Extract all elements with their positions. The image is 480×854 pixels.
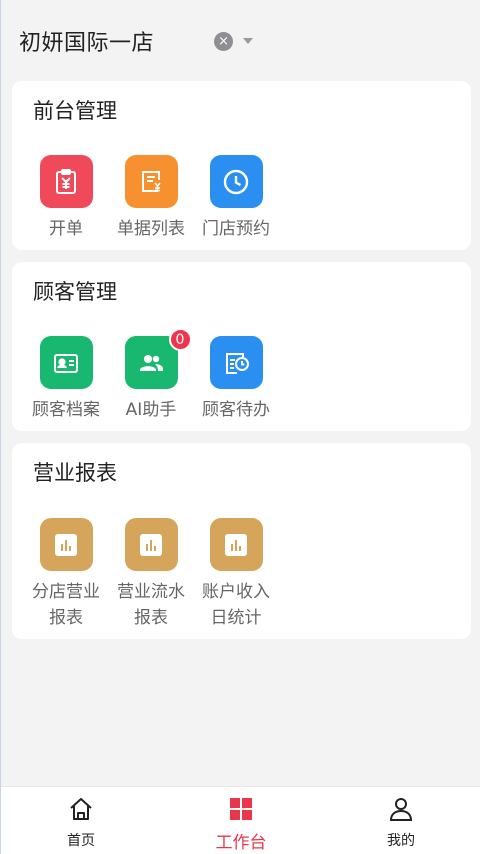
clear-icon[interactable]: × (214, 31, 234, 51)
tab-workbench[interactable]: 工作台 (161, 787, 321, 854)
menu-item-flow-report[interactable]: 营业流水 报表 (106, 518, 196, 631)
section-customer: 顾客管理 顾客档案 0 AI助手 顾客待办 (12, 262, 471, 431)
menu-item-order-list[interactable]: 单据列表 (106, 155, 196, 242)
section-title: 顾客管理 (33, 280, 117, 304)
menu-item-account-income[interactable]: 账户收入 日统计 (191, 518, 281, 631)
bar-chart-icon (124, 518, 178, 571)
receipt-yen-icon (39, 155, 93, 208)
grid-icon (228, 796, 254, 826)
menu-item-label: 开单 (49, 219, 83, 239)
todo-clock-icon (209, 336, 263, 389)
bar-chart-icon (209, 518, 263, 571)
home-icon (68, 796, 94, 826)
menu-item-customer-profile[interactable]: 顾客档案 (21, 336, 111, 423)
tab-home[interactable]: 首页 (1, 787, 161, 854)
menu-item-appointment[interactable]: 门店预约 (191, 155, 281, 242)
menu-item-open-order[interactable]: 开单 (21, 155, 111, 242)
header: 初妍国际一店 × (1, 0, 480, 82)
section-front-desk: 前台管理 开单 单据列表 门店预约 (12, 81, 471, 250)
menu-item-label: 营业流水 报表 (117, 582, 185, 628)
tab-label: 首页 (67, 833, 95, 849)
section-title: 前台管理 (33, 99, 117, 123)
menu-item-label: 单据列表 (117, 219, 185, 239)
notification-badge: 0 (168, 328, 192, 351)
bottom-tab-bar: 首页 工作台 我的 (1, 786, 480, 854)
menu-item-branch-report[interactable]: 分店营业 报表 (21, 518, 111, 631)
menu-item-label: 顾客档案 (32, 400, 100, 420)
menu-item-label: 账户收入 日统计 (202, 582, 270, 628)
invoice-list-icon (124, 155, 178, 208)
menu-item-label: 门店预约 (202, 219, 270, 239)
bar-chart-icon (39, 518, 93, 571)
id-card-icon (39, 336, 93, 389)
menu-item-label: 顾客待办 (202, 400, 270, 420)
section-reports: 营业报表 分店营业 报表 营业流水 报表 账户收入 日统计 (12, 443, 471, 639)
menu-item-label: AI助手 (125, 400, 177, 420)
clock-icon (209, 155, 263, 208)
tab-mine[interactable]: 我的 (321, 787, 480, 854)
menu-item-ai-assistant[interactable]: 0 AI助手 (106, 328, 196, 423)
person-icon (388, 796, 414, 826)
tab-label: 工作台 (215, 833, 267, 853)
menu-item-customer-todo[interactable]: 顾客待办 (191, 336, 281, 423)
menu-item-label: 分店营业 报表 (32, 582, 100, 628)
users-icon: 0 (124, 328, 192, 389)
tab-label: 我的 (387, 833, 415, 849)
section-title: 营业报表 (33, 461, 117, 485)
store-name[interactable]: 初妍国际一店 (19, 25, 154, 57)
chevron-down-icon[interactable] (243, 38, 254, 44)
